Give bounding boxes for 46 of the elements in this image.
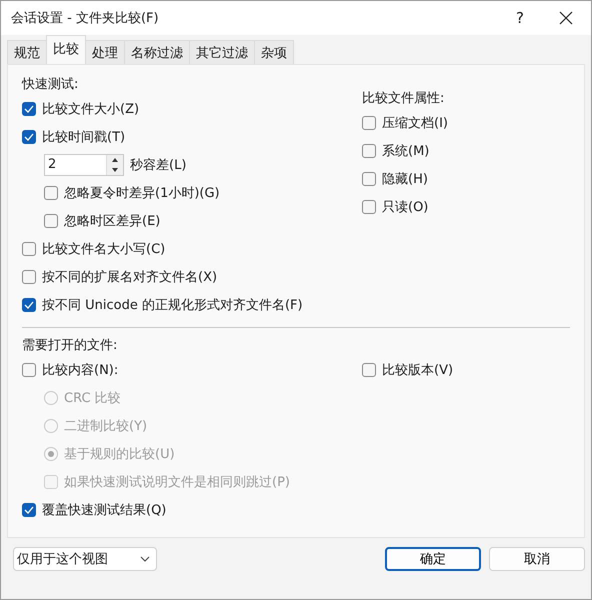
checkbox[interactable] [22,363,36,377]
checkbox[interactable] [362,363,376,377]
section-heading: 快速测试: [22,76,80,94]
checkbox-label[interactable]: 只读(O) [382,198,428,216]
tab[interactable]: 名称过滤 [124,40,190,64]
checkbox[interactable] [22,298,36,312]
window-title: 会话设置 - 文件夹比较(F) [11,10,160,27]
checkbox-label[interactable]: 隐藏(H) [382,170,428,188]
section-heading: 需要打开的文件: [22,337,118,355]
tab[interactable]: 比较 [46,35,86,64]
unit-label: 秒容差(L) [130,157,186,174]
checkbox-label[interactable]: 按不同的扩展名对齐文件名(X) [42,268,218,286]
close-icon[interactable] [559,11,573,25]
checkbox[interactable] [362,144,376,158]
scope-dropdown[interactable]: 仅用于这个视图 [13,547,157,571]
checkbox-label[interactable]: 比较时间戳(T) [42,128,126,146]
number-spinner[interactable]: 2 [44,154,124,176]
help-button[interactable]: ? [497,9,543,27]
checkbox[interactable] [22,102,36,116]
checkbox[interactable] [362,172,376,186]
checkbox[interactable] [22,503,36,517]
checkbox-label[interactable]: 忽略夏令时差异(1小时)(G) [64,184,220,202]
checkbox-label[interactable]: 比较文件名大小写(C) [42,240,166,258]
tab[interactable]: 处理 [85,40,125,64]
checkbox[interactable] [22,270,36,284]
checkbox-label[interactable]: 压缩文档(I) [382,114,448,132]
checkbox-label[interactable]: 比较版本(V) [382,361,454,379]
tab[interactable]: 其它过滤 [189,40,255,64]
tab[interactable]: 规范 [7,40,47,64]
checkbox[interactable] [44,186,58,200]
checkbox-label[interactable]: 比较文件大小(Z) [42,100,140,118]
tab[interactable]: 杂项 [254,40,294,64]
checkbox[interactable] [22,242,36,256]
checkbox-label[interactable]: 忽略时区差异(E) [64,212,160,230]
checkbox[interactable] [362,116,376,130]
checkbox-label[interactable]: 比较内容(N): [42,361,118,379]
checkbox-label[interactable]: 覆盖快速测试结果(Q) [42,501,166,519]
checkbox-label[interactable]: 按不同 Unicode 的正规化形式对齐文件名(F) [42,296,303,314]
checkbox[interactable] [44,214,58,228]
dialog-button[interactable]: 确定 [385,547,481,571]
checkbox-label[interactable]: 系统(M) [382,142,430,160]
checkbox[interactable] [362,200,376,214]
section-heading: 比较文件属性: [362,90,446,108]
chevron-down-icon [140,556,150,562]
dialog-button[interactable]: 取消 [489,547,585,571]
checkbox[interactable] [22,130,36,144]
